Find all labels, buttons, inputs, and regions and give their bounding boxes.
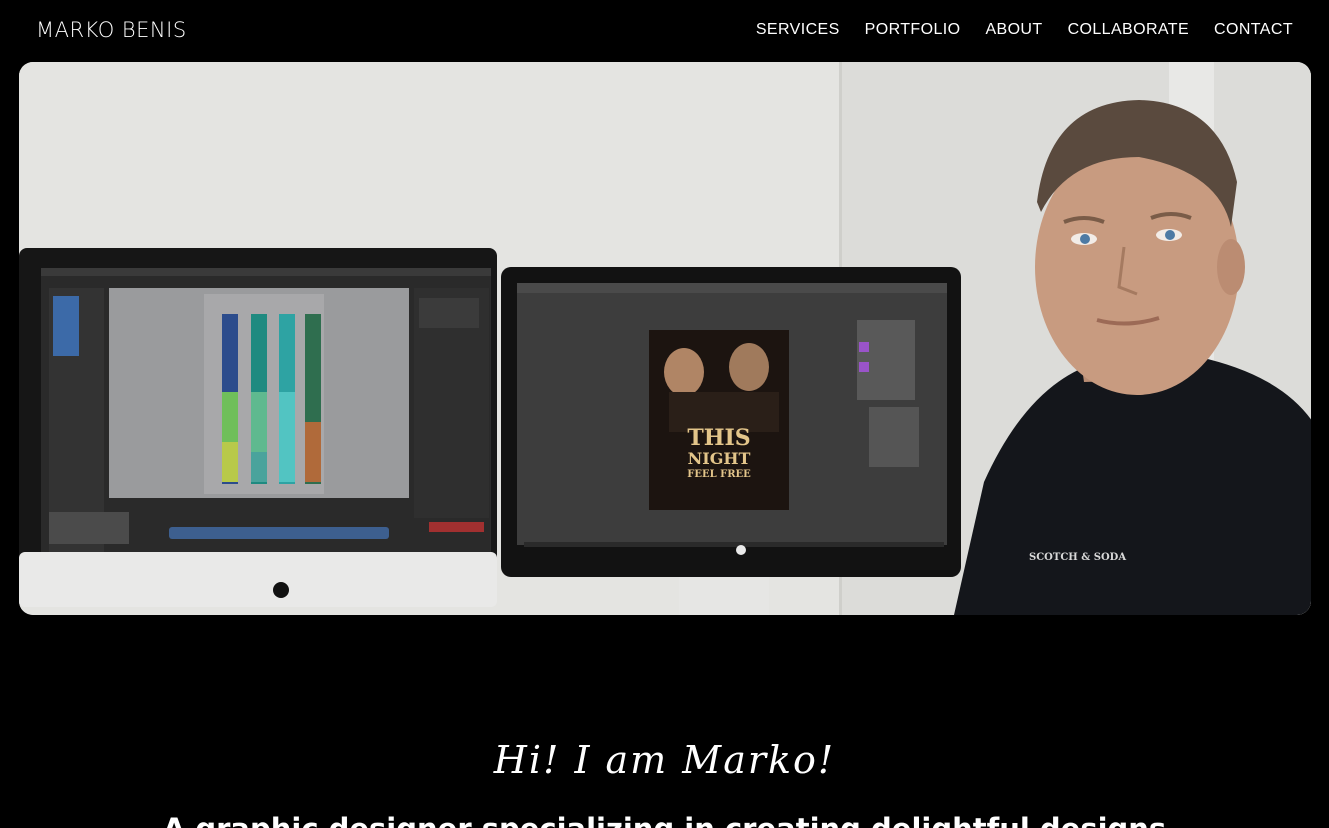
hero-photo: THIS NIGHT FEEL FREE SCOTCH & SODA: [19, 62, 1311, 615]
page: MARKO BENIS SERVICES PORTFOLIO ABOUT COL…: [0, 0, 1329, 828]
top-navigation-bar: MARKO BENIS SERVICES PORTFOLIO ABOUT COL…: [0, 0, 1329, 62]
poster-subtitle: NIGHT: [688, 449, 751, 468]
main-nav: SERVICES PORTFOLIO ABOUT COLLABORATE CON…: [731, 21, 1293, 39]
poster-tagline: FEEL FREE: [687, 469, 751, 480]
nav-about[interactable]: ABOUT: [985, 21, 1042, 39]
nav-collaborate[interactable]: COLLABORATE: [1068, 21, 1189, 39]
left-monitor: [19, 248, 497, 607]
poster-title: THIS: [687, 425, 750, 451]
nav-portfolio[interactable]: PORTFOLIO: [865, 21, 961, 39]
hero-greeting: Hi! I am Marko!: [493, 738, 836, 782]
hero-illustration: THIS NIGHT FEEL FREE SCOTCH & SODA: [19, 62, 1311, 615]
nav-contact[interactable]: CONTACT: [1214, 21, 1293, 39]
right-monitor: THIS NIGHT FEEL FREE: [501, 267, 961, 615]
hero-tagline: A graphic designer specializing in creat…: [0, 812, 1329, 828]
shirt-logo-text: SCOTCH & SODA: [1029, 552, 1126, 563]
site-logo[interactable]: MARKO BENIS: [36, 18, 187, 42]
nav-services[interactable]: SERVICES: [756, 21, 840, 39]
